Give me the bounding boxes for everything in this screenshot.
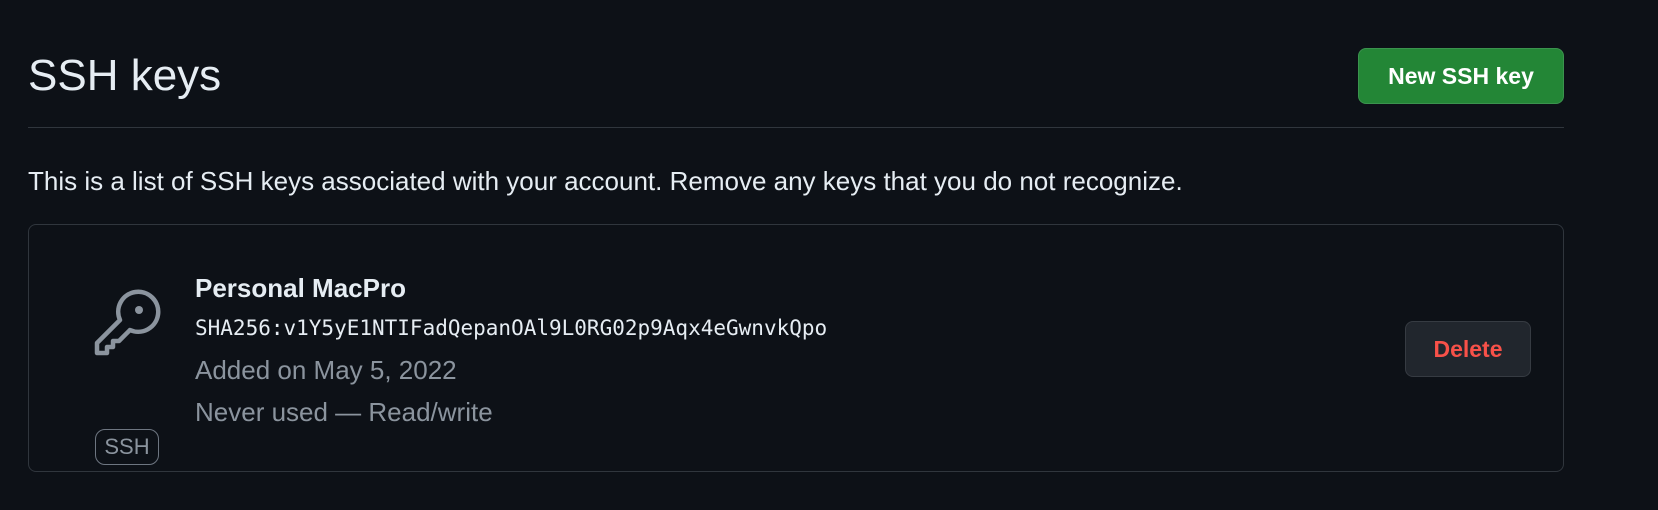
ssh-keys-page: SSH keys New SSH key This is a list of S… [0, 0, 1658, 510]
ssh-key-item: SSH Personal MacPro SHA256:v1Y5yE1NTIFad… [28, 224, 1564, 472]
page-title: SSH keys [28, 51, 222, 100]
key-title: Personal MacPro [195, 273, 406, 303]
page-description: This is a list of SSH keys associated wi… [28, 166, 1183, 196]
key-details: Personal MacPro SHA256:v1Y5yE1NTIFadQepa… [195, 269, 827, 433]
key-icon [94, 289, 161, 356]
key-added-date: Added on May 5, 2022 [195, 355, 457, 385]
key-type-indicator: SSH [93, 287, 163, 465]
key-usage: Never used — Read/write [195, 397, 493, 427]
page-header: SSH keys New SSH key [28, 46, 1564, 128]
new-ssh-key-button[interactable]: New SSH key [1358, 48, 1564, 104]
delete-key-button[interactable]: Delete [1405, 321, 1531, 377]
ssh-type-badge: SSH [95, 429, 159, 465]
key-fingerprint: SHA256:v1Y5yE1NTIFadQepanOAl9L0RG02p9Aqx… [195, 316, 828, 340]
